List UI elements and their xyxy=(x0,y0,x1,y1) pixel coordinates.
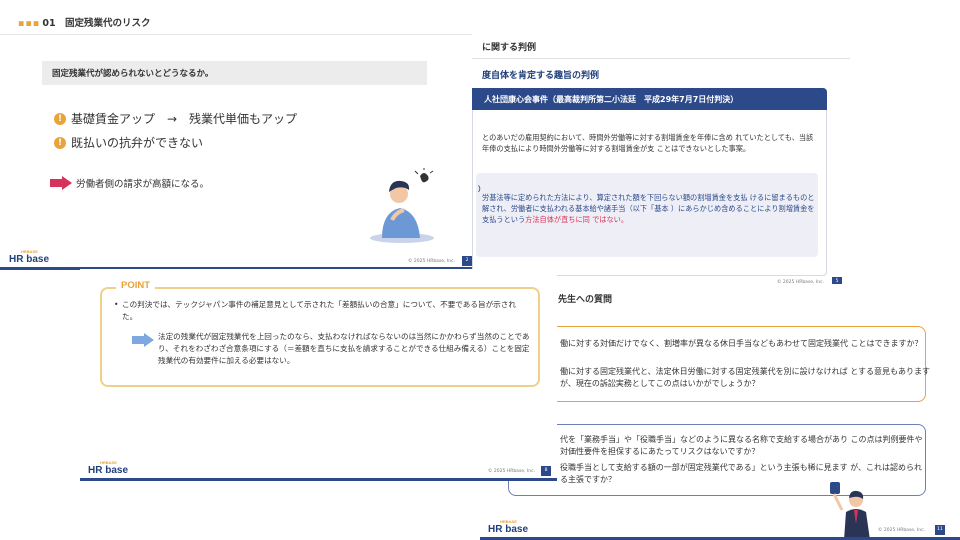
logo-tag: HRBASE xyxy=(500,519,517,524)
point-bullet-text: この判決では、テックジャパン事件の補足意見として示された「差額払いの合意」につい… xyxy=(122,300,516,321)
point-label: POINT xyxy=(116,280,156,291)
header-dots: ▪▪▪ xyxy=(18,18,41,29)
bullet-text: 既払いの抗弁ができない xyxy=(71,136,204,150)
question-2a: 代を「業務手当」や「役職手当」などのように異なる名称で支給する場合があり この点… xyxy=(560,435,923,456)
conclusion-row: 労働者側の請求が高額になる。 xyxy=(50,176,209,190)
logo-tag: HRBASE xyxy=(21,249,38,254)
question-2b: 役職手当として支給する額の一部が固定残業代である」という主張も稀に見ます が、こ… xyxy=(560,463,923,484)
question-1b: 働に対する固定残業代と、法定休日労働に対する固定残業代を別に設けなければ とする… xyxy=(560,367,930,388)
bullet-text: 基礎賃金アップ → 残業代単価もアップ xyxy=(71,112,298,126)
page-number: 8 xyxy=(541,466,551,476)
slide-title: 先生への質問 xyxy=(558,295,613,305)
thinking-person-illustration xyxy=(370,168,434,243)
hrbase-logo: HR base HRBASE xyxy=(9,249,50,265)
presenter-illustration xyxy=(830,482,870,540)
exclamation-icon: ! xyxy=(54,112,66,125)
question-1a: 働に対する対価だけでなく、割増率が異なる休日手当などもあわせて固定残業代 ことは… xyxy=(560,339,923,348)
point-bullet: • この判決では、テックジャパン事件の補足意見として示された「差額払いの合意」に… xyxy=(114,299,527,323)
logo-text: HR base xyxy=(9,254,50,265)
header-divider xyxy=(0,34,481,35)
question-box: 固定残業代が認められないとどうなるか。 xyxy=(42,61,427,85)
ruling-text: 労基法等に定められた方法により、算定された額を下回らない額の割増賃金を支払 ける… xyxy=(482,192,817,225)
bullet-item: ! 既払いの抗弁ができない xyxy=(54,134,203,151)
header-title: 01 固定残業代のリスク xyxy=(42,18,151,29)
slide-title: に関する判例 xyxy=(482,43,537,53)
title-divider xyxy=(472,58,850,59)
conclusion-text: 労働者側の請求が高額になる。 xyxy=(76,179,210,190)
copyright: © 2025 HRbase, Inc. xyxy=(488,469,535,474)
red-arrow-icon xyxy=(50,176,72,190)
slide-subtitle: 度自体を肯定する趣旨の判例 xyxy=(482,71,600,81)
bullet-item: ! 基礎賃金アップ → 残業代単価もアップ xyxy=(54,110,297,127)
hrbase-logo: HR base HRBASE xyxy=(488,519,529,535)
logo-text: HR base xyxy=(88,465,129,476)
page-number: 11 xyxy=(935,525,945,535)
slide-point: POINT • この判決では、テックジャパン事件の補足意見として示された「差額払… xyxy=(80,269,557,481)
logo-tag: HRBASE xyxy=(100,460,117,465)
slide-precedent: に関する判例 度自体を肯定する趣旨の判例 人社団康心会事件（最高裁判所第二小法廷… xyxy=(472,32,850,292)
copyright: © 2025 HRbase, Inc. xyxy=(408,259,455,264)
ruling-text-highlight: 方法自体が直ちに同 ではない。 xyxy=(525,215,629,224)
slide-risk: ▪▪▪ 01 固定残業代のリスク 固定残業代が認められないとどうなるか。 ! 基礎… xyxy=(0,0,481,270)
page-number: 2 xyxy=(462,256,472,266)
hrbase-logo: HR base HRBASE xyxy=(88,460,129,476)
light-blue-arrow-icon xyxy=(132,333,154,347)
exclamation-icon: ! xyxy=(54,136,66,149)
copyright: © 2025 HRbase, Inc. xyxy=(878,528,925,533)
logo-text: HR base xyxy=(488,524,529,535)
case-title-bar: 人社団康心会事件（最高裁判所第二小法廷 平成29年7月7日付判決） xyxy=(472,88,827,110)
bullet-dot: • xyxy=(114,300,119,309)
slide-header: ▪▪▪ 01 固定残業代のリスク xyxy=(18,15,151,29)
case-summary: とのあいだの雇用契約において、時間外労働等に対する割増賃金を年俸に含め れていた… xyxy=(482,133,814,153)
footer-bar xyxy=(80,478,557,481)
point-detail-text: 法定の残業代が固定残業代を上回ったのなら、支払わなければならないのは当然にかかわ… xyxy=(158,332,530,365)
